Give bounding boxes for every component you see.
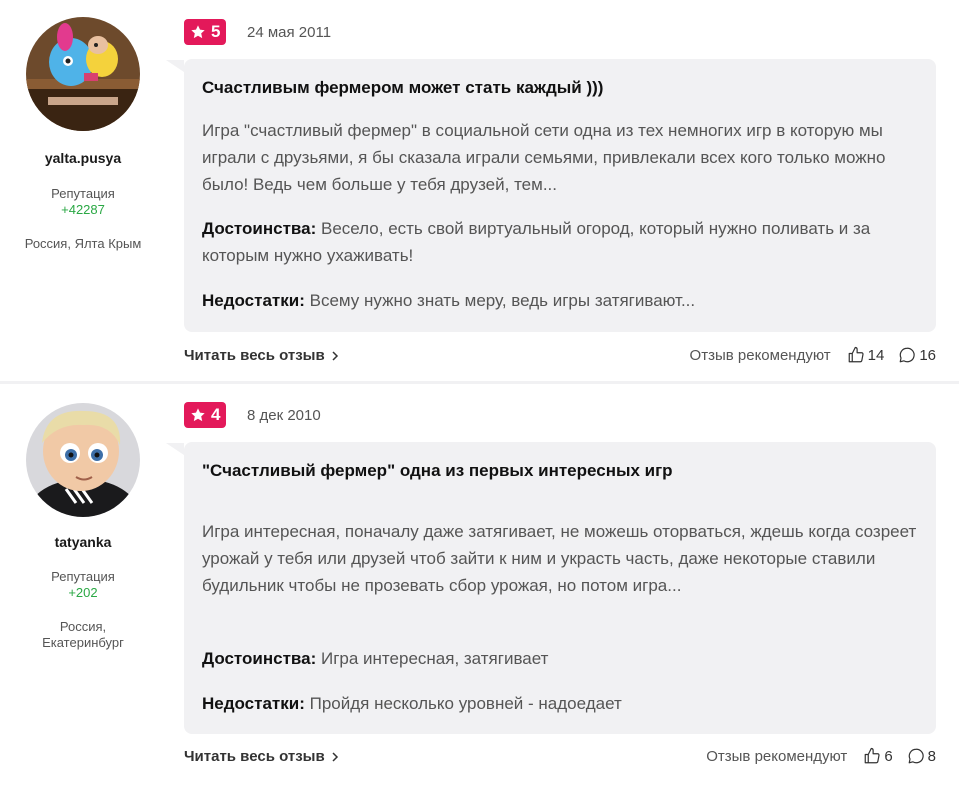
cons-text: Всему нужно знать меру, ведь игры затяги… bbox=[309, 291, 696, 310]
like-button[interactable]: 6 bbox=[863, 747, 893, 765]
comment-count: 16 bbox=[919, 346, 936, 364]
review-card: yalta.pusya Репутация +42287 Россия, Ялт… bbox=[0, 0, 959, 384]
reputation-label: Репутация bbox=[51, 186, 115, 201]
read-more-label: Читать весь отзыв bbox=[184, 748, 325, 765]
read-more-link[interactable]: Читать весь отзыв bbox=[184, 748, 339, 765]
review-cons: Недостатки: Всему нужно знать меру, ведь… bbox=[202, 287, 918, 314]
review-card: tatyanka Репутация +202 Россия, Екатерин… bbox=[0, 384, 959, 787]
review-text: Игра интересная, поначалу даже затягивае… bbox=[202, 522, 917, 595]
like-count: 14 bbox=[867, 346, 885, 364]
read-more-link[interactable]: Читать весь отзыв bbox=[184, 347, 339, 364]
star-icon bbox=[191, 25, 205, 39]
review-body[interactable]: "Счастливый фермер" одна из первых интер… bbox=[184, 442, 936, 734]
review-cons: Недостатки: Пройдя несколько уровней - н… bbox=[202, 690, 918, 717]
rating-value: 5 bbox=[211, 22, 221, 41]
pros-label: Достоинства: bbox=[202, 219, 317, 238]
review-stats: Отзыв рекомендуют 14 16 bbox=[690, 346, 936, 364]
card-pointer bbox=[166, 443, 184, 455]
comment-count: 8 bbox=[927, 747, 936, 765]
comment-button[interactable]: 8 bbox=[907, 747, 936, 765]
thumbs-up-icon bbox=[848, 346, 864, 363]
review-stats: Отзыв рекомендуют 6 8 bbox=[706, 747, 936, 765]
recommend-label: Отзыв рекомендуют bbox=[689, 346, 831, 364]
reputation-value: +42287 bbox=[61, 202, 105, 217]
review-date: 8 дек 2010 bbox=[247, 407, 321, 424]
like-button[interactable]: 14 bbox=[847, 346, 885, 364]
card-pointer bbox=[166, 60, 184, 72]
review-pros: Достоинства: Весело, есть свой виртуальн… bbox=[202, 215, 918, 269]
author-name[interactable]: tatyanka bbox=[0, 534, 166, 550]
review-text: Игра "счастливый фермер" в социальной се… bbox=[202, 121, 886, 194]
pros-text: Игра интересная, затягивает bbox=[321, 649, 549, 668]
like-count: 6 bbox=[884, 747, 893, 765]
rating-badge: 5 bbox=[184, 19, 227, 45]
cons-text: Пройдя несколько уровней - надоедает bbox=[309, 694, 622, 713]
star-icon bbox=[191, 408, 205, 422]
avatar[interactable] bbox=[26, 403, 140, 517]
author-location-city: Екатеринбург bbox=[42, 635, 124, 650]
review-pros: Достоинства: Игра интересная, затягивает bbox=[202, 645, 918, 672]
avatar[interactable] bbox=[26, 17, 140, 131]
pros-label: Достоинства: bbox=[202, 649, 317, 668]
rating-value: 4 bbox=[211, 405, 221, 424]
cons-label: Недостатки: bbox=[202, 291, 305, 310]
review-date: 24 мая 2011 bbox=[247, 24, 332, 41]
chevron-right-icon bbox=[332, 751, 338, 762]
comment-icon bbox=[908, 748, 924, 764]
author-location: Россия, Ялта Крым bbox=[24, 236, 142, 251]
cons-label: Недостатки: bbox=[202, 694, 305, 713]
read-more-label: Читать весь отзыв bbox=[184, 347, 325, 364]
comment-button[interactable]: 16 bbox=[898, 346, 936, 364]
reputation-value: +202 bbox=[68, 585, 98, 600]
thumbs-up-icon bbox=[864, 747, 880, 764]
comment-icon bbox=[899, 347, 915, 363]
rating-badge: 4 bbox=[184, 402, 227, 428]
chevron-right-icon bbox=[332, 350, 338, 361]
review-title[interactable]: Счастливым фермером может стать каждый )… bbox=[202, 78, 918, 98]
recommend-label: Отзыв рекомендуют bbox=[706, 747, 848, 765]
review-title[interactable]: "Счастливый фермер" одна из первых интер… bbox=[202, 461, 918, 481]
author-location-country: Россия, bbox=[59, 619, 107, 634]
reputation-label: Репутация bbox=[51, 569, 115, 584]
review-body[interactable]: Счастливым фермером может стать каждый )… bbox=[184, 59, 936, 332]
author-name[interactable]: yalta.pusya bbox=[0, 150, 166, 166]
